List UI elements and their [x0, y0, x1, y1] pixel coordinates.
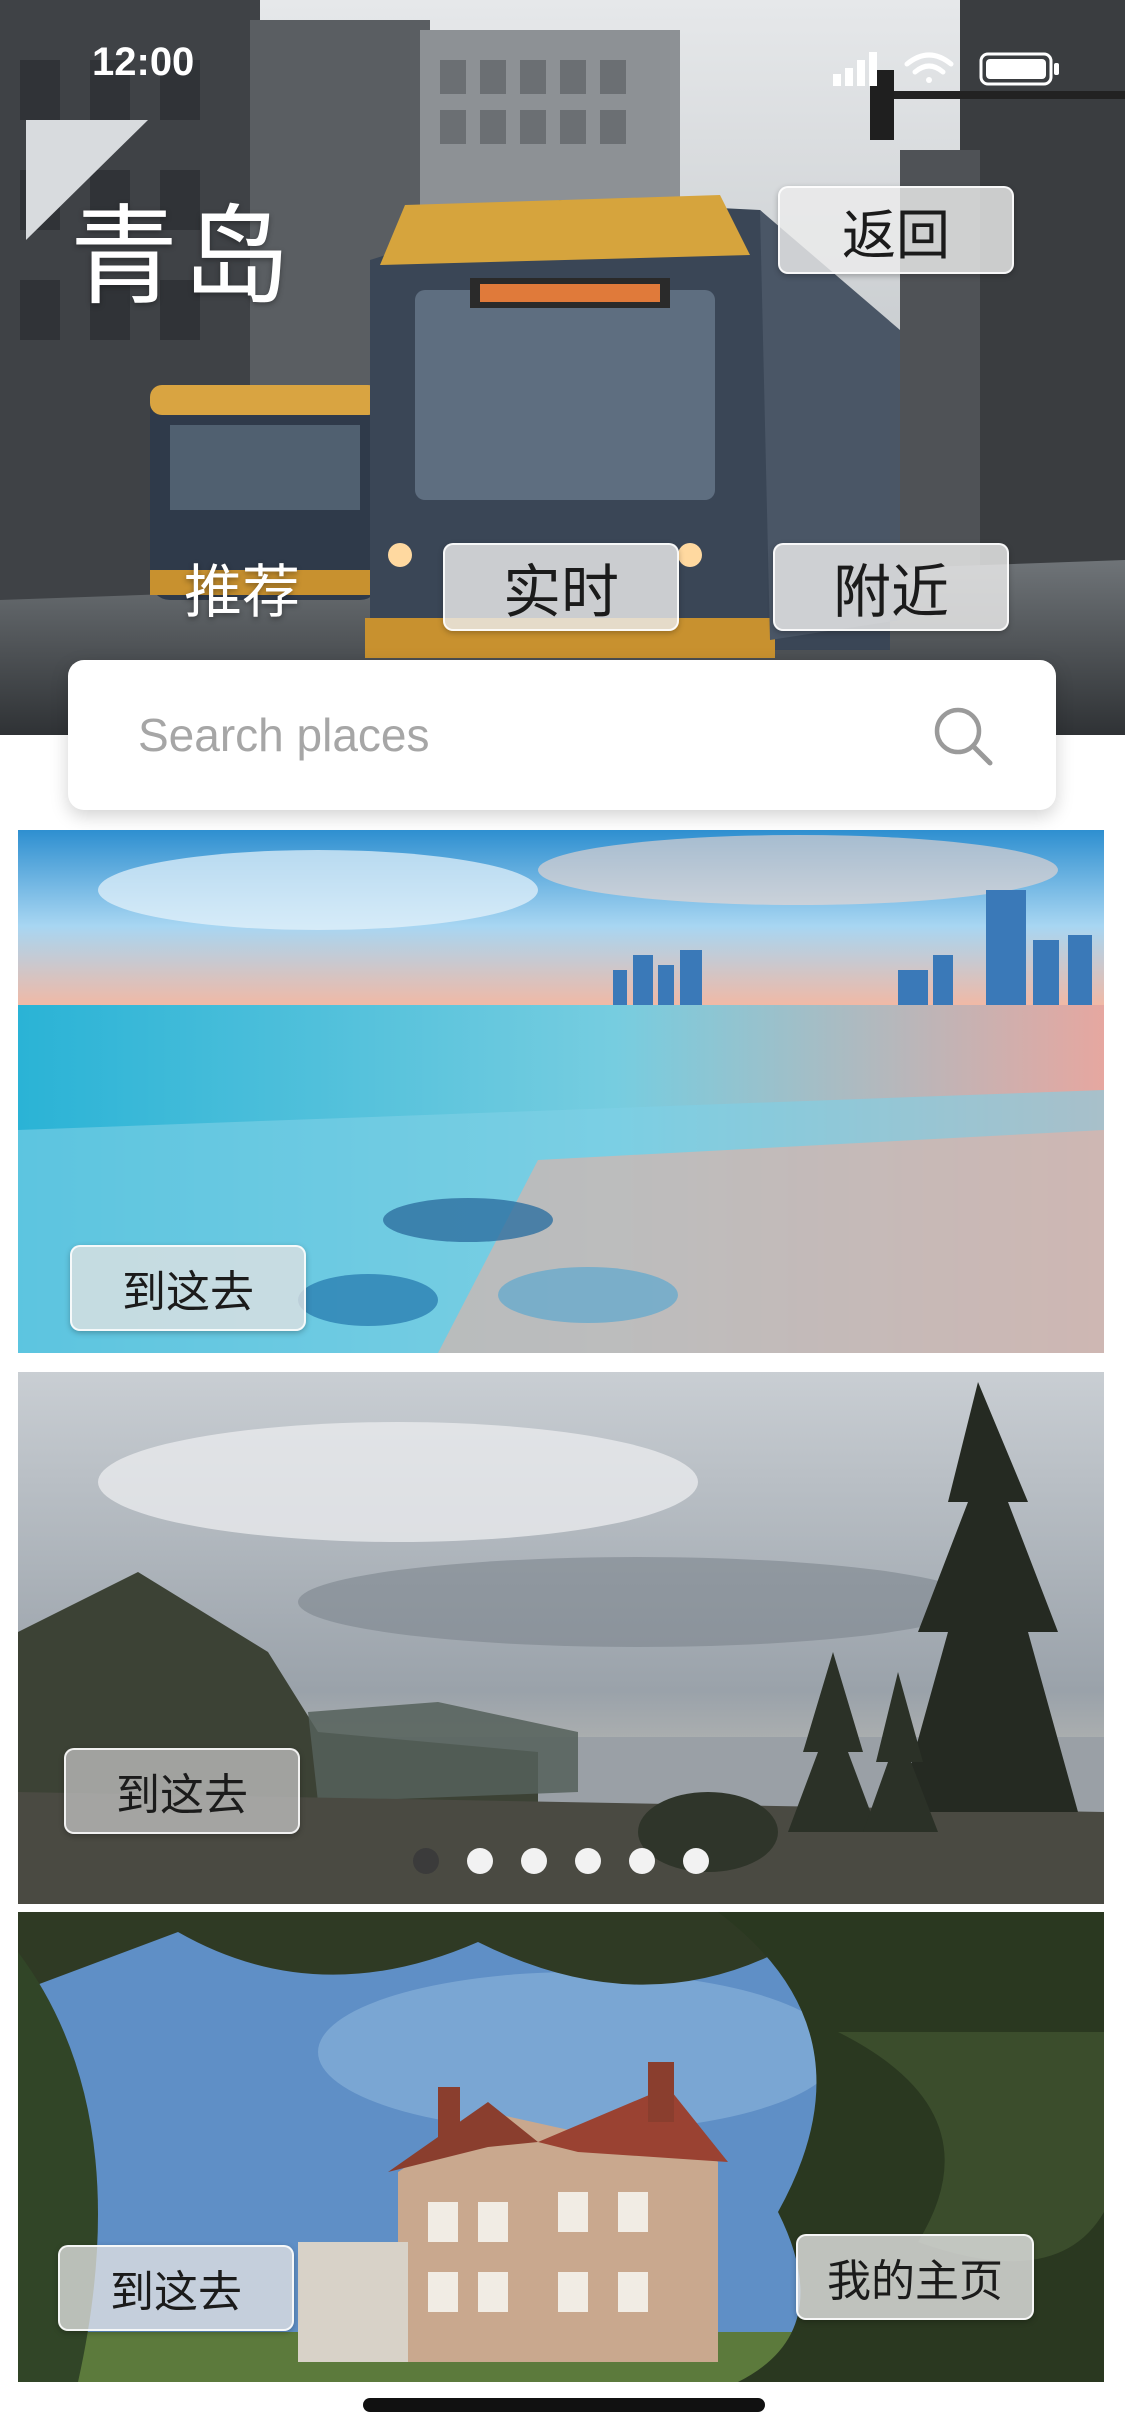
carousel-dot[interactable] [575, 1848, 601, 1874]
status-time: 12:00 [92, 40, 195, 84]
search-bar[interactable] [68, 660, 1056, 810]
destination-card-manor[interactable]: 到这去 我的主页 [18, 1912, 1104, 2382]
carousel-dot-active[interactable] [413, 1848, 439, 1874]
carousel-dot[interactable] [683, 1848, 709, 1874]
go-here-button[interactable]: 到这去 [64, 1748, 300, 1834]
back-button[interactable]: 返回 [778, 186, 1014, 274]
tab-recommend[interactable]: 推荐 [184, 545, 300, 629]
destination-card-coast[interactable]: 到这去 [18, 1372, 1104, 1904]
battery-icon [979, 52, 1059, 86]
destination-card-beach[interactable]: 到这去 [18, 830, 1104, 1353]
go-here-button[interactable]: 到这去 [70, 1245, 306, 1331]
carousel-dot[interactable] [467, 1848, 493, 1874]
tab-nearby[interactable]: 附近 [773, 543, 1009, 631]
status-icons [833, 52, 1059, 86]
city-title: 青岛 [70, 195, 295, 320]
wifi-icon [904, 52, 954, 83]
signal-icon [833, 52, 877, 86]
hero-banner: 12:00 青岛 返回 推荐 实时 附近 [0, 0, 1125, 735]
go-here-button[interactable]: 到这去 [58, 2245, 294, 2331]
carousel-dot[interactable] [629, 1848, 655, 1874]
screen: 12:00 青岛 返回 推荐 实时 附近 Search places 到这去 到… [0, 0, 1125, 2436]
carousel-indicator [0, 1848, 1125, 1874]
tab-realtime[interactable]: 实时 [443, 543, 679, 631]
carousel-dot[interactable] [521, 1848, 547, 1874]
my-homepage-button[interactable]: 我的主页 [796, 2234, 1034, 2320]
search-icon[interactable] [932, 705, 994, 767]
home-indicator[interactable] [363, 2398, 765, 2412]
search-input[interactable] [138, 700, 938, 770]
